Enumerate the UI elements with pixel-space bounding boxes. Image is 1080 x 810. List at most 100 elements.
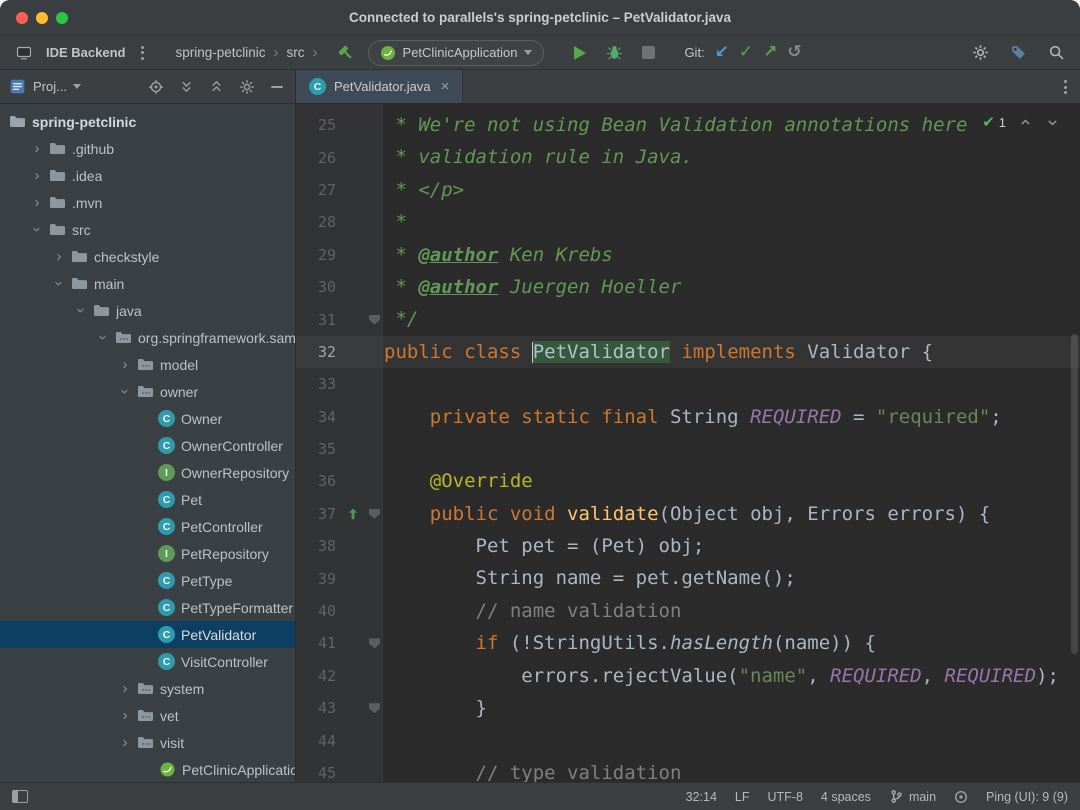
tree-item-org-springframework-samples-petclinic[interactable]: ›org.springframework.samples.petclinic (0, 324, 295, 351)
editor-line[interactable]: 26 * validation rule in Java. (296, 141, 1080, 173)
git-branch-widget[interactable]: main (889, 789, 936, 804)
chevron-right-icon[interactable]: › (28, 141, 46, 156)
tree-item-checkstyle[interactable]: ›checkstyle (0, 243, 295, 270)
line-number[interactable]: 41 (296, 634, 341, 652)
line-number[interactable]: 42 (296, 667, 341, 685)
editor-line[interactable]: 40 // name validation (296, 595, 1080, 627)
line-number[interactable]: 32 (296, 343, 341, 361)
chevron-right-icon[interactable]: › (116, 681, 134, 696)
breadcrumb-project[interactable]: spring-petclinic (175, 45, 265, 60)
expand-all-icon[interactable] (178, 75, 195, 99)
editor-line[interactable]: 41 if (!StringUtils.hasLength(name)) { (296, 627, 1080, 659)
tree-item-model[interactable]: ›model (0, 351, 295, 378)
fold-marker-icon[interactable] (369, 703, 380, 713)
tree-item--idea[interactable]: ›.idea (0, 162, 295, 189)
line-number[interactable]: 37 (296, 505, 341, 523)
line-number[interactable]: 33 (296, 375, 341, 393)
code-text[interactable]: // name validation (384, 595, 681, 627)
editor-line[interactable]: 36 @Override (296, 465, 1080, 497)
chevron-right-icon[interactable]: › (116, 357, 134, 372)
code-text[interactable]: public class PetValidator implements Val… (384, 336, 933, 368)
line-number[interactable]: 26 (296, 149, 341, 167)
line-number[interactable]: 25 (296, 116, 341, 134)
tree-item-vet[interactable]: ›vet (0, 702, 295, 729)
tree-item-ownercontroller[interactable]: COwnerController (0, 432, 295, 459)
chevron-down-icon[interactable]: › (52, 275, 67, 293)
line-number[interactable]: 29 (296, 246, 341, 264)
chevron-right-icon[interactable]: › (116, 708, 134, 723)
code-text[interactable]: private static final String REQUIRED = "… (384, 401, 1002, 433)
code-text[interactable]: // type validation (384, 757, 681, 782)
chevron-down-icon[interactable]: › (96, 329, 111, 347)
code-text[interactable]: * (384, 206, 407, 238)
editor-line[interactable]: 33 (296, 368, 1080, 400)
chevron-down-icon[interactable] (73, 84, 81, 89)
line-number[interactable]: 36 (296, 472, 341, 490)
tree-item--github[interactable]: ›.github (0, 135, 295, 162)
line-number[interactable]: 34 (296, 408, 341, 426)
breadcrumb-src[interactable]: src (287, 45, 305, 60)
tab-options-icon[interactable] (1058, 77, 1072, 97)
code-text[interactable]: @Override (384, 465, 533, 497)
tree-item-main[interactable]: ›main (0, 270, 295, 297)
code-text[interactable]: } (384, 692, 487, 724)
line-number[interactable]: 35 (296, 440, 341, 458)
tree-item-visitcontroller[interactable]: CVisitController (0, 648, 295, 675)
git-commit-icon[interactable]: ✓ (739, 44, 753, 61)
editor-line[interactable]: 27 * </p> (296, 174, 1080, 206)
editor-line[interactable]: 25 * We're not using Bean Validation ann… (296, 109, 1080, 141)
editor-line[interactable]: 37 public void validate(Object obj, Erro… (296, 498, 1080, 530)
line-number[interactable]: 45 (296, 764, 341, 782)
editor[interactable]: 25 * We're not using Bean Validation ann… (296, 104, 1080, 782)
editor-line[interactable]: 29 * @author Ken Krebs (296, 239, 1080, 271)
close-tab-icon[interactable]: × (441, 79, 450, 94)
chevron-down-icon[interactable]: › (30, 221, 45, 239)
prev-problem-icon[interactable] (1017, 114, 1033, 130)
line-number[interactable]: 38 (296, 537, 341, 555)
chevron-right-icon[interactable]: › (116, 735, 134, 750)
code-text[interactable]: errors.rejectValue("name", REQUIRED, REQ… (384, 660, 1059, 692)
line-number[interactable]: 43 (296, 699, 341, 717)
tree-item-owner[interactable]: COwner (0, 405, 295, 432)
settings-gear-icon[interactable] (968, 41, 992, 65)
tree-item-petvalidator[interactable]: CPetValidator (0, 621, 295, 648)
more-options-icon[interactable] (135, 43, 149, 63)
tree-item-owner[interactable]: ›owner (0, 378, 295, 405)
editor-line[interactable]: 35 (296, 433, 1080, 465)
code-text[interactable]: */ (384, 303, 418, 335)
tree-item-java[interactable]: ›java (0, 297, 295, 324)
caret-position[interactable]: 32:14 (686, 790, 717, 804)
chevron-right-icon[interactable]: › (28, 195, 46, 210)
editor-scrollbar[interactable] (1071, 334, 1078, 654)
editor-line[interactable]: 28 * (296, 206, 1080, 238)
code-text[interactable]: if (!StringUtils.hasLength(name)) { (384, 627, 876, 659)
tree-item-pet[interactable]: CPet (0, 486, 295, 513)
code-text[interactable]: * </p> (384, 174, 464, 206)
services-tag-icon[interactable] (1006, 41, 1030, 65)
indent-style[interactable]: 4 spaces (821, 790, 871, 804)
line-number[interactable]: 28 (296, 213, 341, 231)
line-number[interactable]: 30 (296, 278, 341, 296)
git-rollback-icon[interactable]: ↺ (787, 44, 801, 61)
fold-marker-icon[interactable] (369, 638, 380, 648)
code-text[interactable]: * @author Ken Krebs (384, 239, 613, 271)
line-number[interactable]: 31 (296, 311, 341, 329)
overrides-icon[interactable] (341, 507, 365, 521)
line-number[interactable]: 44 (296, 732, 341, 750)
run-button[interactable] (568, 41, 592, 65)
search-icon[interactable] (1044, 41, 1068, 65)
project-tool-icon[interactable] (8, 75, 27, 99)
editor-line[interactable]: 30 * @author Juergen Hoeller (296, 271, 1080, 303)
fold-marker-icon[interactable] (369, 509, 380, 519)
code-text[interactable]: String name = pet.getName(); (384, 562, 796, 594)
line-number[interactable]: 27 (296, 181, 341, 199)
git-update-icon[interactable]: ↙ (715, 44, 729, 61)
project-panel-title[interactable]: Proj... (33, 79, 67, 94)
locate-file-icon[interactable] (147, 75, 165, 99)
zoom-window-button[interactable] (56, 12, 68, 24)
close-window-button[interactable] (16, 12, 28, 24)
code-text[interactable]: public void validate(Object obj, Errors … (384, 498, 990, 530)
chevron-down-icon[interactable]: › (74, 302, 89, 320)
stop-button[interactable] (636, 41, 660, 65)
tree-item-system[interactable]: ›system (0, 675, 295, 702)
